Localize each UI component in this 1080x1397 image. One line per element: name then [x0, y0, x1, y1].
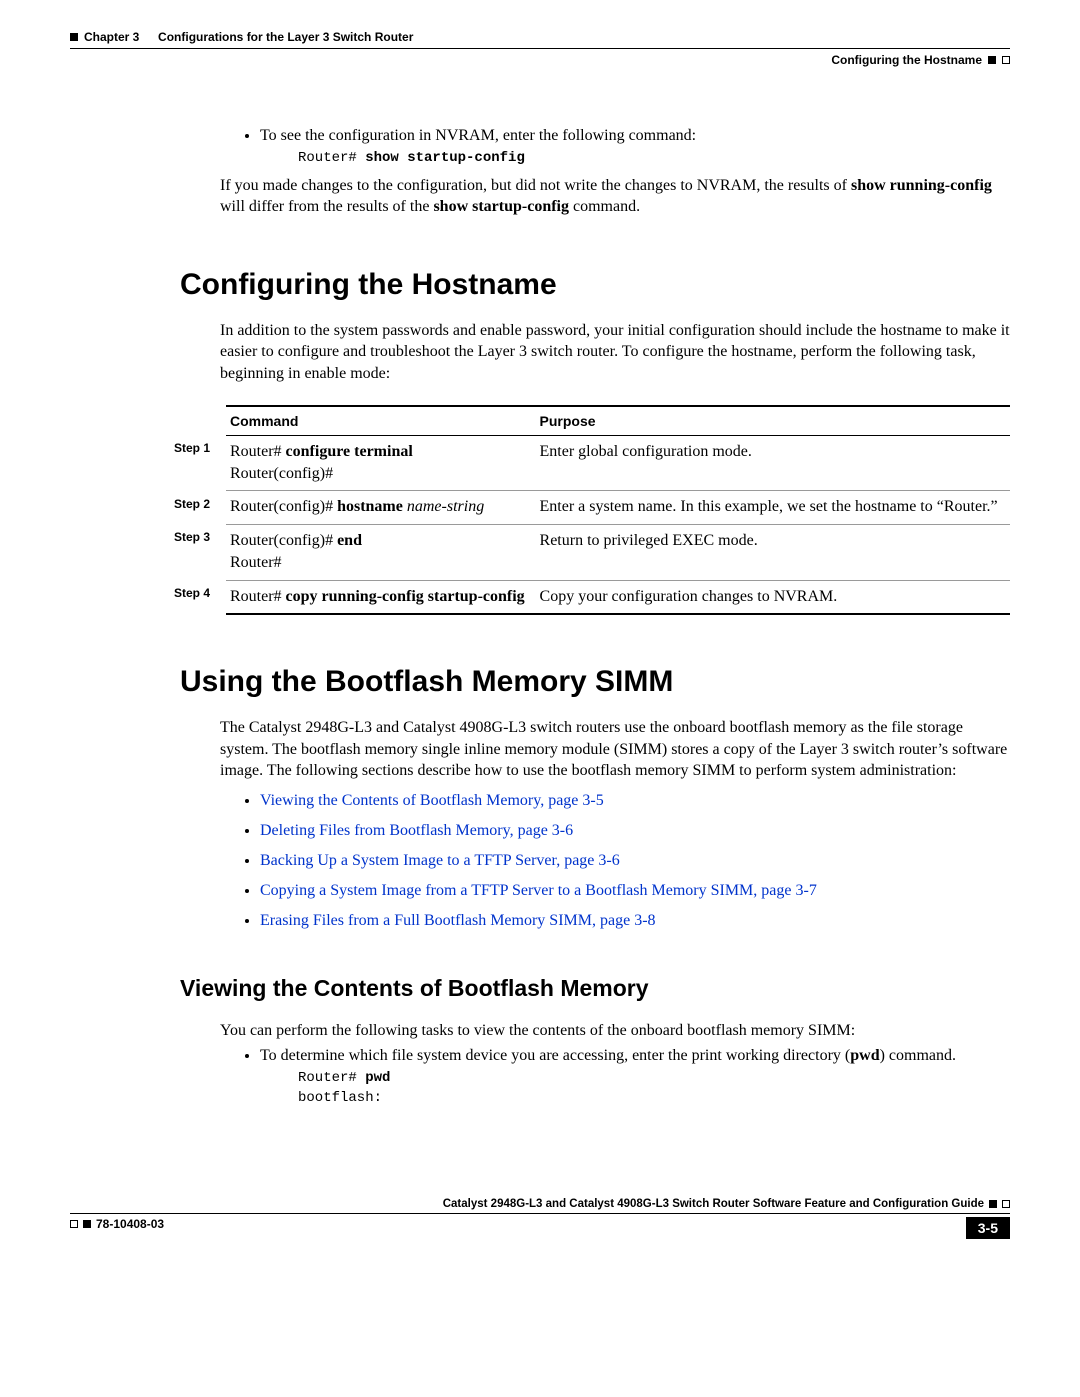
heading-hostname: Configuring the Hostname: [180, 268, 1010, 302]
command-cell: Router(config)# end Router#: [226, 524, 536, 580]
xref-link[interactable]: Backing Up a System Image to a TFTP Serv…: [260, 852, 620, 869]
links-list: Viewing the Contents of Bootflash Memory…: [220, 792, 1010, 930]
step-label: Step 2: [170, 491, 226, 524]
list-item: Deleting Files from Bootflash Memory, pa…: [260, 822, 1010, 840]
intro-list: To see the configuration in NVRAM, enter…: [220, 127, 1010, 169]
list-item: Copying a System Image from a TFTP Serve…: [260, 882, 1010, 900]
xref-link[interactable]: Copying a System Image from a TFTP Serve…: [260, 882, 817, 899]
square-open-icon: [70, 1220, 78, 1228]
code-prompt: Router#: [298, 1070, 365, 1086]
page-number-badge: 3-5: [966, 1217, 1010, 1239]
list-item: Backing Up a System Image to a TFTP Serv…: [260, 852, 1010, 870]
chapter-label: Chapter 3: [84, 30, 139, 44]
code-command: show startup-config: [365, 150, 525, 166]
code-block: Router# pwd bootflash:: [298, 1069, 1010, 1108]
hostname-para: In addition to the system passwords and …: [220, 320, 1010, 385]
square-icon: [83, 1220, 91, 1228]
viewing-list: To determine which file system device yo…: [220, 1047, 1010, 1108]
step-label: Step 4: [170, 580, 226, 614]
code-block: Router# show startup-config: [298, 149, 1010, 169]
heading-bootflash: Using the Bootflash Memory SIMM: [180, 665, 1010, 699]
purpose-cell: Enter a system name. In this example, we…: [536, 491, 1010, 524]
table-row: Step 3 Router(config)# end Router# Retur…: [170, 524, 1010, 580]
code-prompt: Router#: [298, 150, 365, 166]
code-output: bootflash:: [298, 1090, 382, 1106]
intro-bullet: To see the configuration in NVRAM, enter…: [260, 127, 1010, 169]
purpose-cell: Copy your configuration changes to NVRAM…: [536, 580, 1010, 614]
header-left: Chapter 3 Configurations for the Layer 3…: [70, 30, 1010, 44]
code-command: pwd: [365, 1070, 390, 1086]
heading-viewing: Viewing the Contents of Bootflash Memory: [180, 975, 1010, 1002]
command-cell: Router(config)# hostname name-string: [226, 491, 536, 524]
th-purpose: Purpose: [536, 406, 1010, 436]
footer: Catalyst 2948G-L3 and Catalyst 4908G-L3 …: [70, 1198, 1010, 1239]
square-open-icon: [1002, 56, 1010, 64]
table-row: Step 4 Router# copy running-config start…: [170, 580, 1010, 614]
intro-para: If you made changes to the configuration…: [220, 175, 1010, 218]
xref-link[interactable]: Viewing the Contents of Bootflash Memory…: [260, 792, 604, 809]
step-label: Step 3: [170, 524, 226, 580]
xref-link[interactable]: Erasing Files from a Full Bootflash Memo…: [260, 912, 656, 929]
bootflash-para: The Catalyst 2948G-L3 and Catalyst 4908G…: [220, 717, 1010, 782]
table-row: Step 1 Router# configure terminal Router…: [170, 435, 1010, 491]
command-cell: Router# copy running-config startup-conf…: [226, 580, 536, 614]
purpose-cell: Enter global configuration mode.: [536, 435, 1010, 491]
square-icon: [989, 1200, 997, 1208]
doc-number: 78-10408-03: [96, 1217, 164, 1231]
step-label: Step 1: [170, 435, 226, 491]
square-icon: [988, 56, 996, 64]
th-command: Command: [226, 406, 536, 436]
square-icon: [70, 33, 78, 41]
xref-link[interactable]: Deleting Files from Bootflash Memory, pa…: [260, 822, 573, 839]
command-cell: Router# configure terminal Router(config…: [226, 435, 536, 491]
table-row: Step 2 Router(config)# hostname name-str…: [170, 491, 1010, 524]
viewing-para: You can perform the following tasks to v…: [220, 1020, 1010, 1042]
viewing-bullet: To determine which file system device yo…: [260, 1047, 1010, 1108]
purpose-cell: Return to privileged EXEC mode.: [536, 524, 1010, 580]
intro-bullet-text: To see the configuration in NVRAM, enter…: [260, 127, 696, 144]
th-step: [170, 406, 226, 436]
guide-title: Catalyst 2948G-L3 and Catalyst 4908G-L3 …: [443, 1198, 984, 1210]
list-item: Erasing Files from a Full Bootflash Memo…: [260, 912, 1010, 930]
square-open-icon: [1002, 1200, 1010, 1208]
footer-title-line: Catalyst 2948G-L3 and Catalyst 4908G-L3 …: [70, 1198, 1010, 1214]
chapter-title: Configurations for the Layer 3 Switch Ro…: [158, 30, 413, 44]
section-label: Configuring the Hostname: [831, 53, 982, 67]
command-table: Command Purpose Step 1 Router# configure…: [170, 405, 1010, 615]
doc-number-line: 78-10408-03: [70, 1217, 164, 1231]
header-right: Configuring the Hostname: [70, 48, 1010, 67]
list-item: Viewing the Contents of Bootflash Memory…: [260, 792, 1010, 810]
